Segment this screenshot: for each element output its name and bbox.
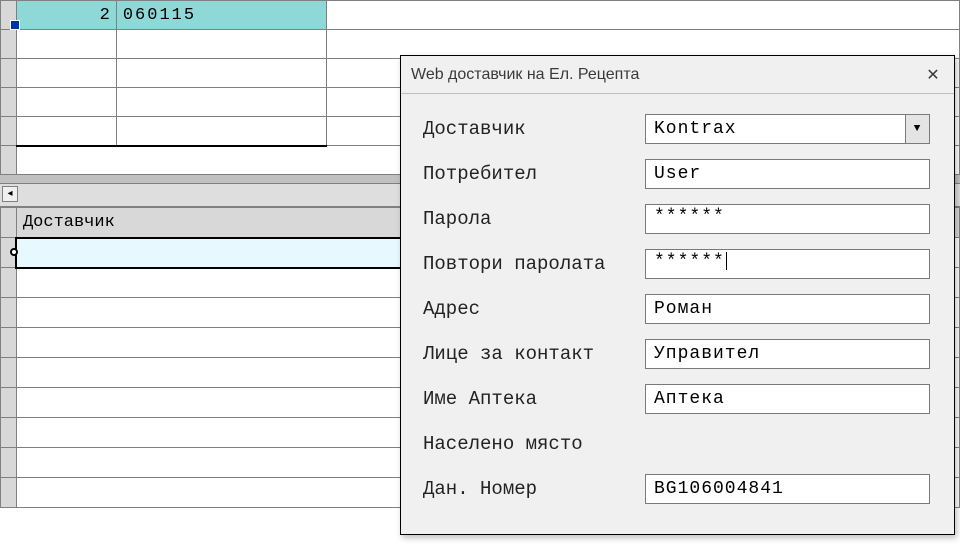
selection-marker-icon — [10, 20, 20, 30]
provider-select[interactable]: Kontrax ▼ — [645, 114, 930, 144]
settlement-label: Населено място — [423, 433, 645, 455]
password-label: Парола — [423, 208, 645, 230]
close-button[interactable]: ✕ — [920, 62, 946, 88]
password-repeat-label: Повтори паролата — [423, 253, 645, 275]
provider-label: Доставчик — [423, 118, 645, 140]
tax-number-input[interactable] — [645, 474, 930, 504]
record-selector-icon — [10, 248, 18, 256]
close-icon: ✕ — [926, 65, 939, 85]
text-caret-icon — [726, 252, 727, 270]
dialog-title: Web доставчик на Ел. Рецепта — [411, 66, 639, 84]
user-input[interactable] — [645, 159, 930, 189]
web-provider-dialog: Web доставчик на Ел. Рецепта ✕ Доставчик… — [400, 55, 955, 535]
selected-cell[interactable]: 060115 — [116, 1, 326, 30]
provider-select-value: Kontrax — [654, 119, 737, 139]
pharmacy-name-label: Име Аптека — [423, 388, 645, 410]
pharmacy-name-input[interactable] — [645, 384, 930, 414]
grid-cell[interactable] — [326, 1, 959, 30]
column-header-provider[interactable]: Доставчик — [16, 208, 404, 238]
active-input-cell[interactable] — [16, 238, 404, 268]
contact-person-input[interactable] — [645, 339, 930, 369]
scroll-left-button[interactable]: ◂ — [2, 186, 18, 202]
dialog-form: Доставчик Kontrax ▼ Потребител Парола **… — [401, 94, 954, 511]
row-header[interactable] — [1, 208, 17, 238]
password-input[interactable]: ****** — [645, 204, 930, 234]
chevron-down-icon: ▼ — [905, 115, 929, 143]
password-repeat-input[interactable]: ****** — [645, 249, 930, 279]
address-label: Адрес — [423, 298, 645, 320]
selected-row-number[interactable]: 2 — [16, 1, 116, 30]
address-input[interactable] — [645, 294, 930, 324]
tax-number-label: Дан. Номер — [423, 478, 645, 500]
dialog-titlebar[interactable]: Web доставчик на Ел. Рецепта ✕ — [401, 56, 954, 94]
user-label: Потребител — [423, 163, 645, 185]
contact-person-label: Лице за контакт — [423, 343, 645, 365]
